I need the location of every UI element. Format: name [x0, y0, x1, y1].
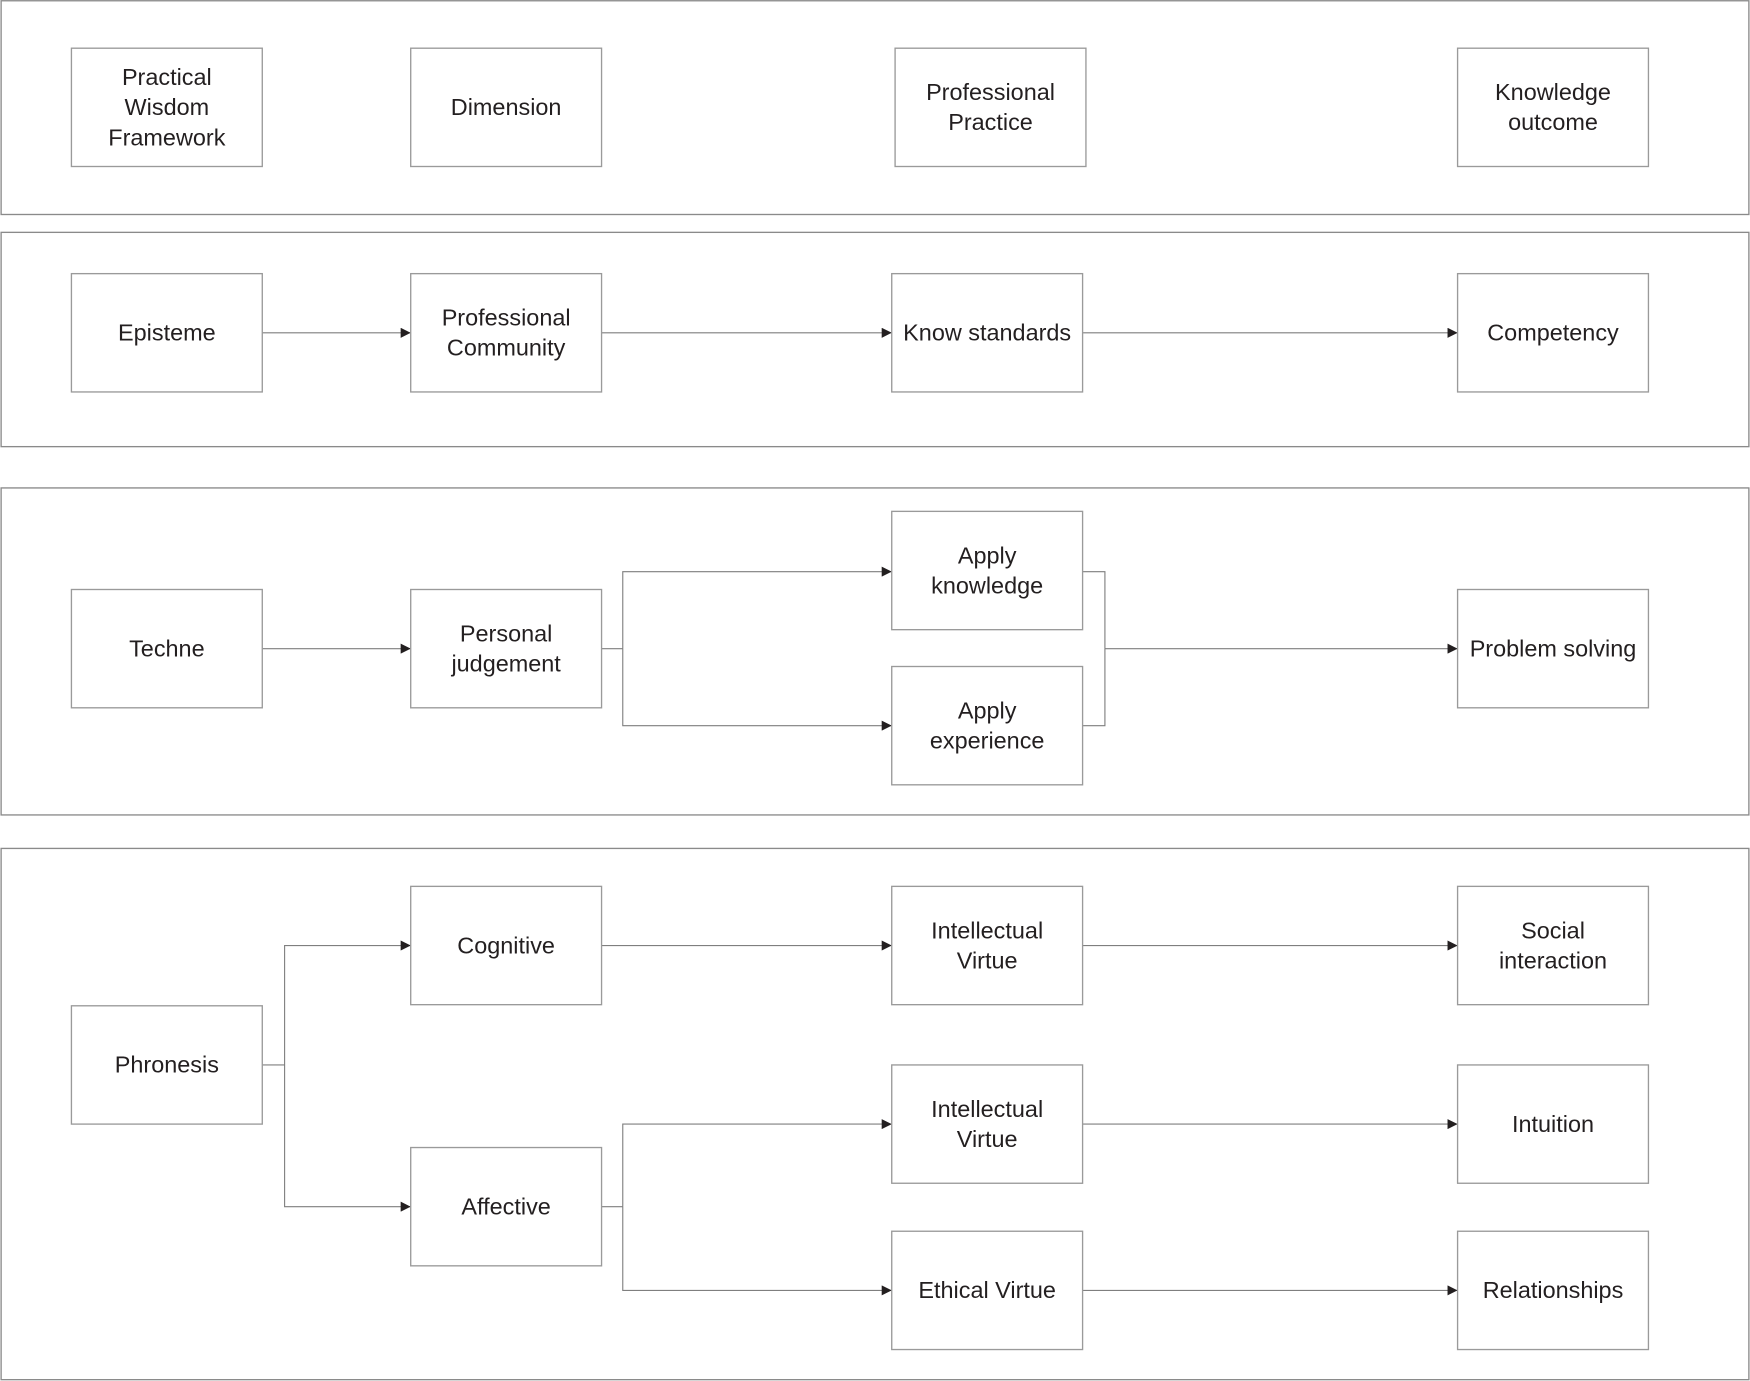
- node-label: Framework: [108, 124, 225, 150]
- node-label: Personal: [460, 620, 552, 646]
- node-h1: Practical Wisdom Framework: [70, 47, 263, 168]
- node-box: [891, 665, 1084, 786]
- node-label: Techne: [129, 635, 205, 661]
- node-personal-judgement: Personal judgement: [410, 588, 603, 709]
- node-affective: Affective: [410, 1146, 603, 1267]
- node-problem-solving: Problem solving: [1456, 588, 1650, 709]
- node-label: Professional: [442, 305, 571, 331]
- node-h3: Professional Practice: [894, 47, 1087, 168]
- node-label: Intellectual: [931, 917, 1043, 943]
- node-label: Practical: [122, 64, 212, 90]
- node-label: Episteme: [118, 320, 216, 346]
- practical-wisdom-diagram: Practical Wisdom Framework Dimension Profess…: [0, 0, 1750, 1381]
- node-label: Practice: [948, 109, 1033, 135]
- node-phronesis: Phronesis: [70, 1005, 263, 1125]
- node-label: Professional: [926, 79, 1055, 105]
- node-label: outcome: [1508, 109, 1598, 135]
- node-label: Social: [1521, 917, 1585, 943]
- node-social-interaction: Social interaction: [1456, 885, 1650, 1006]
- node-label: Wisdom: [125, 94, 210, 120]
- node-box: [410, 272, 603, 393]
- node-label: Relationships: [1483, 1277, 1624, 1303]
- node-label: Problem solving: [1470, 635, 1637, 661]
- node-apply-knowledge: Apply knowledge: [891, 510, 1084, 631]
- node-label: Intuition: [1512, 1111, 1594, 1137]
- node-label: experience: [930, 728, 1045, 754]
- node-episteme: Episteme: [70, 272, 263, 393]
- node-label: Cognitive: [457, 932, 555, 958]
- node-box: [891, 510, 1084, 631]
- node-label: Virtue: [957, 1126, 1018, 1152]
- node-cognitive: Cognitive: [410, 885, 603, 1006]
- node-label: Ethical Virtue: [918, 1277, 1056, 1303]
- node-box: [891, 1064, 1084, 1184]
- node-prof-community: Professional Community: [410, 272, 603, 393]
- node-label: knowledge: [931, 572, 1043, 598]
- node-label: Know standards: [903, 320, 1071, 346]
- node-box: [891, 885, 1084, 1006]
- node-label: interaction: [1499, 947, 1607, 973]
- node-box: [1456, 885, 1650, 1006]
- node-know-standards: Know standards: [891, 272, 1084, 393]
- node-label: Virtue: [957, 947, 1018, 973]
- node-h4: Knowledge outcome: [1456, 47, 1650, 168]
- node-competency: Competency: [1456, 272, 1650, 393]
- node-intuition: Intuition: [1456, 1064, 1650, 1184]
- node-label: Community: [447, 335, 566, 361]
- node-box: [410, 588, 603, 709]
- node-label: Apply: [958, 542, 1017, 568]
- node-techne: Techne: [70, 588, 263, 709]
- node-box: [1456, 47, 1650, 168]
- node-label: Apply: [958, 697, 1017, 723]
- node-h2: Dimension: [410, 47, 603, 168]
- node-intellectual-virtue-2: Intellectual Virtue: [891, 1064, 1084, 1184]
- node-box: [894, 47, 1087, 168]
- node-relationships: Relationships: [1456, 1230, 1650, 1351]
- node-apply-experience: Apply experience: [891, 665, 1084, 786]
- node-label: judgement: [450, 651, 561, 677]
- node-label: Dimension: [451, 94, 562, 120]
- node-ethical-virtue: Ethical Virtue: [891, 1230, 1084, 1351]
- node-label: Intellectual: [931, 1096, 1043, 1122]
- node-intellectual-virtue-1: Intellectual Virtue: [891, 885, 1084, 1006]
- node-label: Affective: [461, 1193, 550, 1219]
- node-label: Knowledge: [1495, 79, 1611, 105]
- node-label: Phronesis: [115, 1052, 219, 1078]
- node-label: Competency: [1487, 320, 1619, 346]
